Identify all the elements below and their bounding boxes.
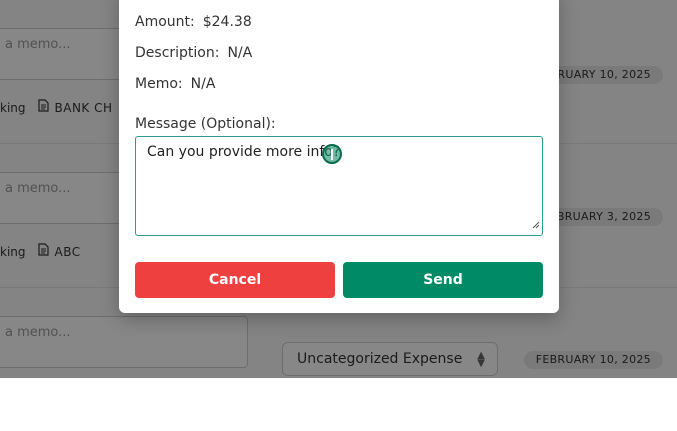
amount-row: Amount: $24.38 [135,14,252,30]
amount-label: Amount: [135,14,195,30]
amount-value: $24.38 [202,14,252,30]
resize-handle-icon[interactable] [532,217,540,233]
message-label: Message (Optional): [135,116,276,132]
mouse-cursor [322,144,342,164]
cancel-button[interactable]: Cancel [135,262,335,298]
send-button[interactable]: Send [343,262,543,298]
description-row: Description: N/A [135,45,252,61]
description-value: N/A [227,45,253,61]
message-text: Can you provide more info? [147,144,341,160]
memo-value: N/A [190,76,216,92]
memo-row: Memo: N/A [135,76,215,92]
memo-label: Memo: [135,76,183,92]
description-label: Description: [135,45,220,61]
